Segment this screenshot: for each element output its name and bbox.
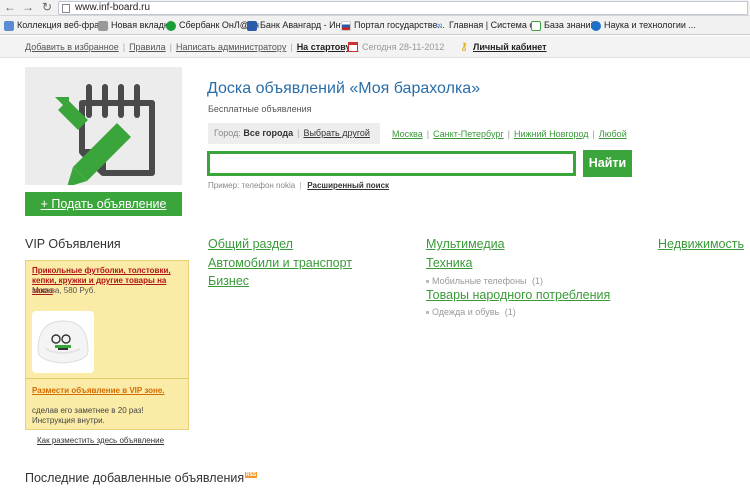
bookmark-label: Портал государстве... [354, 20, 445, 30]
bookmark-label: База знаний [544, 20, 596, 30]
top-links: Добавить в избранное | Правила | Написать ад… [25, 42, 359, 52]
city-nn-link[interactable]: Нижний Новгород [514, 129, 589, 139]
category-tech[interactable]: Техника [426, 256, 472, 271]
subcategory-clothes: Одежда и обувь (1) [426, 307, 516, 318]
vip-ad-image[interactable] [32, 311, 94, 373]
subcategory-count: (1) [504, 307, 516, 317]
category-general[interactable]: Общий раздел [208, 237, 293, 252]
bookmark-item[interactable]: Наука и технологии ... [591, 19, 696, 32]
page-subtitle: Бесплатные объявления [208, 104, 312, 114]
bookmark-label: Главная | Система о... [449, 20, 542, 30]
site-top-bar: Добавить в избранное | Правила | Написать ад… [0, 36, 750, 58]
city-moscow-link[interactable]: Москва [392, 129, 423, 139]
sberbank-icon [166, 21, 176, 31]
bookmark-label: Наука и технологии ... [604, 20, 696, 30]
advanced-search-link[interactable]: Расширенный поиск [307, 181, 389, 190]
bookmark-item[interactable]: Коллекция веб-фраг... [4, 19, 109, 32]
infinity-icon: ∞ [436, 20, 443, 30]
bookmark-label: Коллекция веб-фраг... [17, 20, 109, 30]
page-icon [62, 4, 70, 13]
vip-place-link[interactable]: Размести объявление в VIP зоне. [32, 386, 165, 396]
vip-divider [26, 378, 188, 379]
vip-how-link[interactable]: Как разместить здесь объявление [37, 436, 164, 446]
city-spb-link[interactable]: Санкт-Петербург [433, 129, 504, 139]
forward-arrow-icon[interactable]: → [21, 1, 35, 14]
cap-icon [37, 320, 89, 364]
url-field[interactable]: www.inf-board.ru [58, 1, 748, 15]
bookmark-item[interactable]: Портал государстве... [341, 19, 445, 32]
page-title: Доска объявлений «Моя барахолка» [207, 80, 481, 97]
search-box [207, 151, 576, 176]
rules-link[interactable]: Правила [129, 42, 166, 52]
category-multimedia[interactable]: Мультимедиа [426, 237, 505, 252]
search-button[interactable]: Найти [583, 150, 632, 177]
bookmark-label: Банк Авангард - Инт... [260, 20, 352, 30]
browser-address-bar: ← → ↻ www.inf-board.ru [0, 0, 750, 16]
bank-icon [247, 21, 257, 31]
back-arrow-icon[interactable]: ← [3, 1, 17, 14]
reload-icon[interactable]: ↻ [40, 1, 54, 14]
bookmark-item[interactable]: ∞ Главная | Система о... [436, 19, 542, 32]
latest-title: Последние добавленные объявления [25, 471, 245, 485]
quick-cities: Москва | Санкт-Петербург | Нижний Новгород | Л… [392, 129, 627, 139]
city-selector: Город: Все города | Выбрать другой [208, 123, 380, 144]
choose-city-link[interactable]: Выбрать другой [303, 128, 370, 138]
site-logo[interactable] [25, 67, 182, 187]
key-icon: ⚷ [460, 41, 469, 53]
rss-icon[interactable]: RSS [245, 472, 257, 478]
category-goods[interactable]: Товары народного потребления [426, 288, 610, 303]
page-icon [4, 21, 14, 31]
flag-icon [341, 21, 351, 31]
vip-ad-meta: Москва, 580 Руб. [32, 286, 96, 295]
cabinet-link[interactable]: Личный кабинет [473, 42, 547, 52]
subcategory-phones-link[interactable]: Мобильные телефоны [432, 276, 527, 286]
page-icon [98, 21, 108, 31]
add-favorites-link[interactable]: Добавить в избранное [25, 42, 119, 52]
city-value: Все города [243, 128, 294, 138]
info-icon [591, 21, 601, 31]
city-any-link[interactable]: Любой [599, 129, 627, 139]
subcategory-count: (1) [532, 276, 544, 286]
today-date: Сегодня 28-11-2012 [348, 41, 444, 53]
subcategory-clothes-link[interactable]: Одежда и обувь [432, 307, 499, 317]
date-text: Сегодня 28-11-2012 [362, 42, 445, 52]
cabinet: ⚷ Личный кабинет [460, 41, 547, 53]
bookmark-item[interactable]: Новая вкладка [98, 19, 173, 32]
vip-title: VIP Объявления [25, 237, 121, 251]
category-business[interactable]: Бизнес [208, 274, 249, 289]
search-example: Пример: телефон nokia | Расширенный поиск [208, 181, 390, 190]
search-input[interactable] [210, 154, 573, 173]
notepad-pencil-icon [55, 84, 155, 187]
bookmark-item[interactable]: База знаний [531, 19, 596, 32]
bookmark-label: Новая вкладка [111, 20, 174, 30]
vip-box: Прикольные футболки, толстовки, кепки, к… [25, 260, 189, 430]
bookmarks-bar: Коллекция веб-фраг... Новая вкладка Сбер… [0, 16, 750, 35]
vip-note: сделав его заметнее в 20 раз! Инструкция… [32, 406, 144, 425]
category-realty[interactable]: Недвижимость [658, 237, 744, 252]
bookmark-item[interactable]: Банк Авангард - Инт... [247, 19, 351, 32]
calendar-icon [348, 42, 358, 52]
bookmark-item[interactable]: Сбербанк ОнЛ@йн [166, 19, 259, 32]
subcategory-phones: Мобильные телефоны (1) [426, 276, 543, 287]
example-text: Пример: телефон nokia [208, 181, 296, 190]
url-text: www.inf-board.ru [75, 2, 151, 13]
city-label: Город: [214, 128, 241, 138]
contact-admin-link[interactable]: Написать администратору [176, 42, 286, 52]
kb-icon [531, 21, 541, 31]
category-auto[interactable]: Автомобили и транспорт [208, 256, 352, 271]
post-ad-button[interactable]: + Подать объявление [25, 192, 182, 216]
